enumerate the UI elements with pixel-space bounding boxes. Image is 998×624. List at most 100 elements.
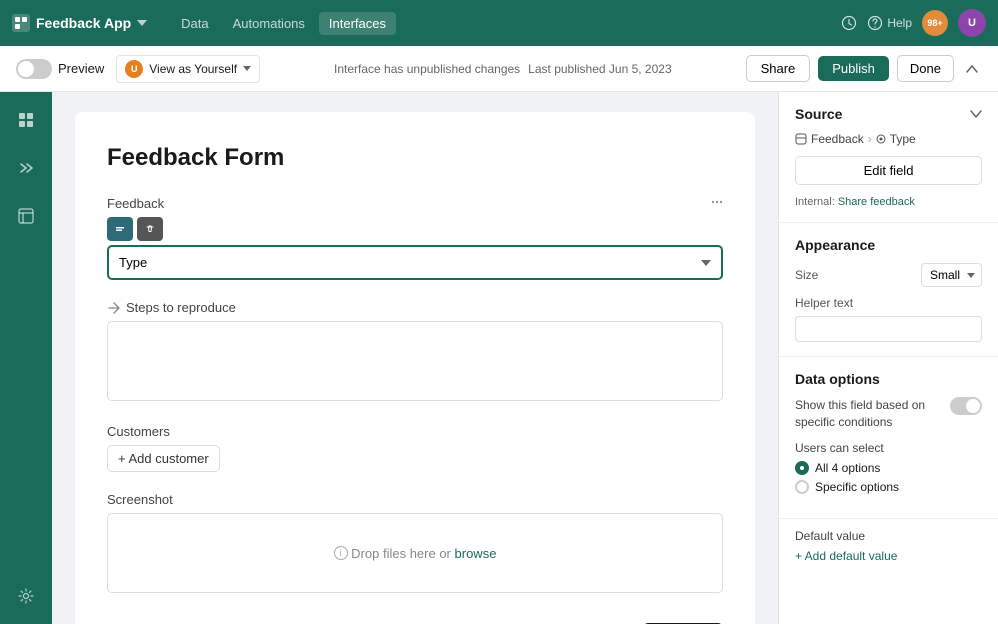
condition-row: Show this field based on specific condit… xyxy=(795,397,982,431)
bc-feedback: Feedback xyxy=(811,132,864,146)
steps-field-group: Steps to reproduce xyxy=(107,300,723,404)
main-layout: Feedback Form Feedback xyxy=(0,92,998,624)
view-as-avatar: U xyxy=(125,60,143,78)
app-logo[interactable]: Feedback App xyxy=(12,14,147,32)
help-btn[interactable]: Help xyxy=(867,15,912,31)
condition-label: Show this field based on specific condit… xyxy=(795,397,935,431)
collapse-chevron[interactable] xyxy=(962,57,982,80)
users-can-select: Users can select All 4 options Specific … xyxy=(795,441,982,494)
nav-interfaces[interactable]: Interfaces xyxy=(319,12,396,35)
form-footer: + Add element Submit xyxy=(107,613,723,624)
radio-all-options[interactable]: All 4 options xyxy=(795,461,982,475)
screenshot-section: Screenshot i Drop files here or browse xyxy=(107,492,723,593)
source-section: Source Feedback › Type Edit field Intern… xyxy=(779,92,998,223)
feedback-field-group: Feedback Type xyxy=(107,196,723,280)
customers-label: Customers xyxy=(107,424,723,439)
trash-icon xyxy=(145,224,155,234)
canvas: Feedback Form Feedback xyxy=(52,92,778,624)
app-logo-icon xyxy=(12,14,30,32)
avatar-main[interactable]: U xyxy=(958,9,986,37)
share-button[interactable]: Share xyxy=(746,55,811,82)
toolbar: Preview U View as Yourself Interface has… xyxy=(0,46,998,92)
history-btn[interactable] xyxy=(841,15,857,31)
source-db-icon xyxy=(795,133,807,145)
default-value-section: Default value + Add default value xyxy=(779,519,998,573)
internal-text: Internal: Share feedback xyxy=(795,196,915,208)
app-name: Feedback App xyxy=(36,15,131,31)
type-select-wrapper: Type xyxy=(107,245,723,280)
source-title: Source xyxy=(795,106,842,122)
table-icon xyxy=(18,208,34,224)
source-header: Source xyxy=(795,106,982,122)
appearance-section: Appearance Size Small Helper text xyxy=(779,223,998,357)
sidebar-icon-grid[interactable] xyxy=(10,104,42,136)
sidebar-icon-table[interactable] xyxy=(10,200,42,232)
right-panel: Source Feedback › Type Edit field Intern… xyxy=(778,92,998,624)
customers-section: Customers + Add customer xyxy=(107,424,723,472)
status-text: Interface has unpublished changes xyxy=(334,62,520,76)
view-as-chevron xyxy=(243,66,251,71)
condition-toggle[interactable] xyxy=(950,397,982,415)
helper-text-input[interactable] xyxy=(795,316,982,342)
avatar-secondary[interactable]: 98+ xyxy=(922,10,948,36)
browse-link[interactable]: browse xyxy=(455,546,497,561)
size-row: Size Small xyxy=(795,263,982,287)
preview-toggle[interactable] xyxy=(16,59,52,79)
share-feedback-link[interactable]: Share feedback xyxy=(838,196,915,208)
nav-links: Data Automations Interfaces xyxy=(171,12,396,35)
helper-text-label: Helper text xyxy=(795,296,853,310)
size-select[interactable]: Small xyxy=(921,263,982,287)
radio-specific-dot xyxy=(795,480,809,494)
source-breadcrumb: Feedback › Type xyxy=(795,132,982,146)
ellipsis-icon xyxy=(711,196,723,208)
users-can-select-label: Users can select xyxy=(795,441,982,455)
add-customer-button[interactable]: + Add customer xyxy=(107,445,220,472)
form-title: Feedback Form xyxy=(107,144,723,172)
sidebar-icon-settings[interactable] xyxy=(10,580,42,612)
default-value-title: Default value xyxy=(795,529,982,543)
help-icon xyxy=(867,15,883,31)
drop-zone[interactable]: i Drop files here or browse xyxy=(107,513,723,593)
chevron-right-icon xyxy=(19,163,33,173)
toolbar-right: Share Publish Done xyxy=(746,55,982,82)
field-type-icon xyxy=(115,224,125,234)
edit-field-button[interactable]: Edit field xyxy=(795,156,982,185)
steps-label: Steps to reproduce xyxy=(107,300,723,315)
left-sidebar xyxy=(0,92,52,624)
settings-icon xyxy=(18,588,34,604)
nav-data[interactable]: Data xyxy=(171,12,218,35)
add-default-button[interactable]: + Add default value xyxy=(795,549,982,563)
help-label: Help xyxy=(887,16,912,30)
toolbar-status: Interface has unpublished changes Last p… xyxy=(334,62,672,76)
radio-specific-label: Specific options xyxy=(815,480,899,494)
sidebar-icon-chevron[interactable] xyxy=(10,152,42,184)
view-as-label: View as Yourself xyxy=(149,62,237,76)
bc-type: Type xyxy=(890,132,916,146)
type-field-icon xyxy=(876,134,886,144)
top-nav: Feedback App Data Automations Interfaces… xyxy=(0,0,998,46)
form-card: Feedback Form Feedback xyxy=(75,112,755,624)
drop-info-icon: i xyxy=(334,546,348,560)
field-delete-btn[interactable] xyxy=(137,217,163,241)
nav-automations[interactable]: Automations xyxy=(223,12,315,35)
source-chevron-icon[interactable] xyxy=(970,110,982,118)
data-options-title: Data options xyxy=(795,371,982,387)
appearance-header: Appearance xyxy=(795,237,982,253)
publish-button[interactable]: Publish xyxy=(818,56,889,81)
radio-specific-options[interactable]: Specific options xyxy=(795,480,982,494)
field-type-icon-btn[interactable] xyxy=(107,217,133,241)
done-button[interactable]: Done xyxy=(897,55,954,82)
steps-textarea[interactable] xyxy=(107,321,723,401)
helper-text-row: Helper text xyxy=(795,295,982,342)
field-options-icon[interactable] xyxy=(711,196,723,211)
drop-text: Drop files here or xyxy=(351,546,451,561)
feedback-label: Feedback xyxy=(107,196,723,211)
type-select[interactable]: Type xyxy=(107,245,723,280)
field-toolbar xyxy=(107,217,723,241)
chevron-up-icon xyxy=(966,65,978,73)
size-label: Size xyxy=(795,268,818,282)
screenshot-label: Screenshot xyxy=(107,492,723,507)
radio-all-dot xyxy=(795,461,809,475)
steps-icon xyxy=(107,301,121,315)
view-as-selector[interactable]: U View as Yourself xyxy=(116,55,260,83)
